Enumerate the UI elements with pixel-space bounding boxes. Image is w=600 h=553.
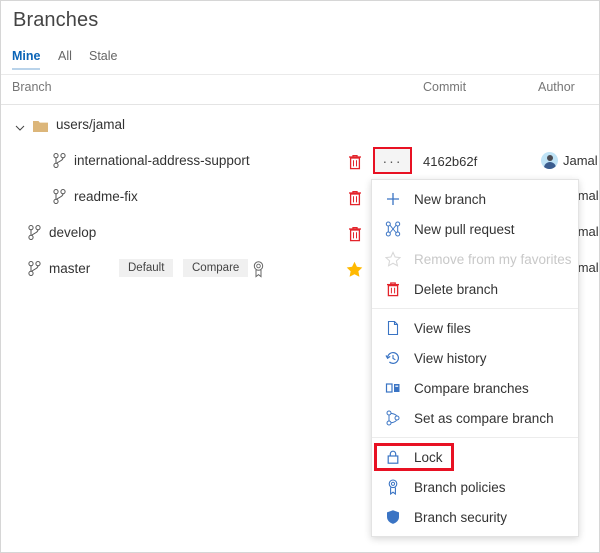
branch-icon [53, 153, 66, 168]
badge-default: Default [119, 259, 173, 277]
menu-separator [372, 437, 578, 438]
plus-icon [384, 190, 402, 208]
delete-branch-icon[interactable] [348, 226, 362, 242]
menu-item-label: Branch policies [414, 480, 506, 495]
menu-item-branch-policies[interactable]: Branch policies [372, 472, 578, 502]
tab-bar: Mine All Stale [1, 49, 599, 75]
policy-icon [384, 478, 402, 496]
menu-item-label: Delete branch [414, 282, 498, 297]
branch-icon [28, 225, 41, 240]
row-label: readme-fix [74, 189, 138, 204]
menu-item-label: View history [414, 351, 487, 366]
tab-stale[interactable]: Stale [89, 49, 118, 68]
menu-item-label: View files [414, 321, 471, 336]
menu-separator [372, 308, 578, 309]
shield-icon [384, 508, 402, 526]
delete-branch-icon[interactable] [348, 190, 362, 206]
menu-item-label: Compare branches [414, 381, 529, 396]
delete-branch-icon[interactable] [348, 154, 362, 170]
menu-item-remove-from-favorites: Remove from my favorites [372, 244, 578, 274]
column-header-commit: Commit [423, 80, 466, 94]
branches-page: Branches Mine All Stale Branch Commit Au… [0, 0, 600, 553]
menu-item-delete-branch[interactable]: Delete branch [372, 274, 578, 304]
ellipsis-icon: ··· [375, 154, 410, 168]
favorite-star-icon[interactable] [346, 261, 363, 278]
avatar [541, 152, 558, 169]
table-row[interactable]: international-address-support 4162b62f J… [1, 145, 599, 179]
branch-policy-icon[interactable] [252, 261, 265, 278]
pull-request-icon [384, 220, 402, 238]
menu-item-set-as-compare-branch[interactable]: Set as compare branch [372, 403, 578, 433]
menu-item-branch-security[interactable]: Branch security [372, 502, 578, 532]
tab-all[interactable]: All [58, 49, 72, 68]
menu-item-label: Lock [414, 450, 443, 465]
author-cell: Jamal [541, 152, 598, 169]
menu-item-new-branch[interactable]: New branch [372, 184, 578, 214]
badge-compare[interactable]: Compare [183, 259, 248, 277]
star-outline-icon [384, 250, 402, 268]
trash-icon [384, 280, 402, 298]
branch-context-menu: New branch New pull request [371, 179, 579, 537]
commit-hash[interactable]: 4162b62f [423, 154, 477, 169]
menu-item-view-history[interactable]: View history [372, 343, 578, 373]
menu-item-label: Branch security [414, 510, 507, 525]
row-label: international-address-support [74, 153, 250, 168]
row-label: master [49, 261, 90, 276]
row-label: users/jamal [56, 117, 125, 132]
menu-item-label: Set as compare branch [414, 411, 554, 426]
menu-item-lock[interactable]: Lock [372, 442, 578, 472]
branch-icon [28, 261, 41, 276]
history-icon [384, 349, 402, 367]
column-header-row: Branch Commit Author [1, 79, 599, 105]
branch-overflow-button[interactable]: ··· [373, 147, 412, 174]
author-name: Jamal [563, 153, 598, 168]
lock-icon [384, 448, 402, 466]
table-row[interactable]: users/jamal [1, 109, 599, 143]
folder-icon [33, 119, 48, 131]
page-title: Branches [13, 9, 98, 32]
file-icon [384, 319, 402, 337]
menu-item-view-files[interactable]: View files [372, 313, 578, 343]
set-compare-icon [384, 409, 402, 427]
menu-item-label: New branch [414, 192, 486, 207]
chevron-down-icon[interactable] [15, 120, 25, 130]
tab-mine[interactable]: Mine [12, 49, 40, 70]
column-header-branch: Branch [12, 80, 52, 94]
branch-icon [53, 189, 66, 204]
row-label: develop [49, 225, 96, 240]
menu-item-new-pull-request[interactable]: New pull request [372, 214, 578, 244]
menu-item-label: Remove from my favorites [414, 252, 572, 267]
menu-item-label: New pull request [414, 222, 515, 237]
compare-icon [384, 379, 402, 397]
column-header-author: Author [538, 80, 575, 94]
menu-item-compare-branches[interactable]: Compare branches [372, 373, 578, 403]
